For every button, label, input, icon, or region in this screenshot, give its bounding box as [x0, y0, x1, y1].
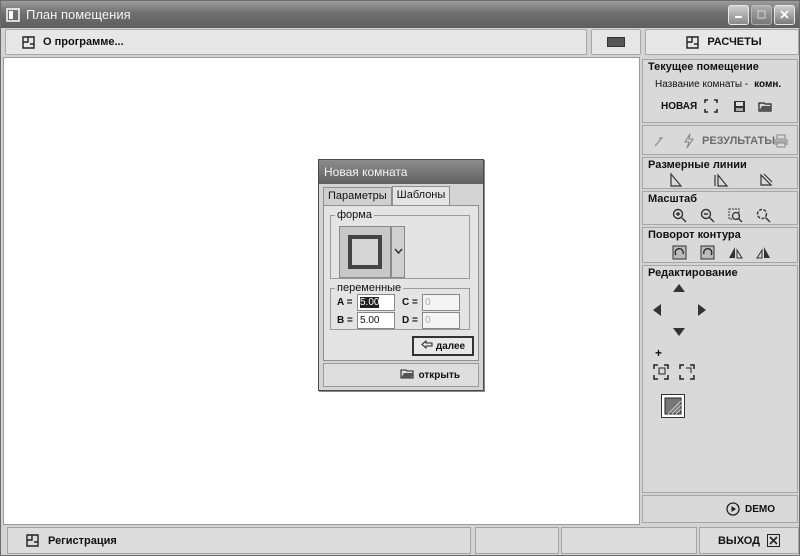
collapse-button[interactable] — [591, 29, 641, 55]
plan-icon — [18, 32, 38, 52]
shape-dropdown-button[interactable] — [391, 226, 405, 278]
dimension-lines-group: Размерные линии — [642, 157, 798, 189]
demo-label: DEMO — [745, 503, 775, 515]
status-cell — [561, 527, 697, 554]
editing-group: Редактирование + — [642, 265, 798, 493]
about-label: О программе... — [43, 36, 124, 48]
tab-parameters[interactable]: Параметры — [323, 187, 392, 205]
move-down-icon[interactable] — [669, 321, 689, 341]
editing-title: Редактирование — [648, 267, 738, 279]
next-label: далее — [435, 340, 466, 352]
about-button[interactable]: О программе... — [5, 29, 587, 55]
rotate-left-icon[interactable] — [669, 242, 689, 262]
var-a-input[interactable]: 5.00 — [357, 294, 395, 311]
results-label: РЕЗУЛЬТАТЫ — [702, 135, 775, 147]
var-c-input[interactable]: 0 — [422, 294, 460, 311]
var-c-label: C = — [402, 297, 418, 308]
app-icon — [5, 7, 21, 23]
scale-title: Масштаб — [648, 193, 698, 205]
remove-corner-icon[interactable] — [677, 362, 697, 382]
window-title: План помещения — [26, 7, 131, 22]
rotation-group: Поворот контура — [642, 227, 798, 263]
dimension-diagonal-icon[interactable] — [756, 170, 776, 190]
variables-legend: переменные — [335, 282, 404, 294]
scale-group: Масштаб — [642, 191, 798, 225]
zoom-out-icon[interactable] — [697, 205, 717, 225]
shape-legend: форма — [335, 209, 374, 221]
zoom-fit-icon[interactable] — [753, 205, 773, 225]
measure-icon — [651, 131, 671, 151]
registration-label: Регистрация — [48, 534, 117, 547]
main-window: План помещения О программе... РАСЧЕТЫ Те… — [0, 0, 800, 556]
next-button[interactable]: далее — [412, 336, 474, 356]
var-b-label: B = — [337, 315, 353, 326]
move-right-icon[interactable] — [691, 300, 711, 320]
room-name-value: комн. — [754, 79, 782, 90]
open-folder-icon[interactable] — [755, 96, 775, 116]
var-a-label: A = — [337, 297, 353, 308]
arrow-left-icon — [421, 339, 433, 352]
minimize-button[interactable] — [728, 4, 749, 25]
hatch-fill-icon[interactable] — [661, 394, 685, 418]
right-panel: Текущее помещение Название комнаты - ком… — [642, 57, 799, 525]
maximize-button[interactable] — [751, 4, 772, 25]
add-point-label[interactable]: + — [655, 346, 662, 360]
results-button[interactable]: РЕЗУЛЬТАТЫ — [679, 131, 775, 151]
shape-preview[interactable] — [339, 226, 391, 278]
status-bar: Регистрация ВЫХОД — [3, 527, 799, 555]
new-room-dialog: Новая комната Параметры Шаблоны форма пе… — [318, 159, 484, 391]
shape-fieldset: форма — [330, 209, 470, 279]
dimension-height-icon[interactable] — [711, 170, 731, 190]
new-room-label: НОВАЯ — [661, 100, 698, 112]
title-bar: План помещения — [1, 1, 799, 28]
move-up-icon[interactable] — [669, 279, 689, 299]
room-name-label: Название комнаты - — [655, 79, 749, 90]
tab-templates[interactable]: Шаблоны — [391, 186, 451, 205]
dimension-line-icon[interactable] — [666, 170, 686, 190]
bar-icon — [607, 37, 625, 47]
registration-button[interactable]: Регистрация — [7, 527, 471, 554]
move-left-icon[interactable] — [648, 300, 668, 320]
add-corner-icon[interactable] — [651, 362, 671, 382]
open-button[interactable]: открыть — [323, 363, 479, 387]
flip-vertical-icon[interactable] — [753, 242, 773, 262]
flip-horizontal-icon[interactable] — [725, 242, 745, 262]
current-room-title: Текущее помещение — [648, 61, 759, 73]
templates-panel: форма переменные A = 5.00 C = 0 B = 5.00… — [323, 205, 479, 361]
dialog-tabs: Параметры Шаблоны — [323, 186, 451, 205]
plan-icon — [22, 531, 42, 551]
save-icon[interactable] — [729, 96, 749, 116]
exit-icon — [766, 534, 780, 548]
exit-button[interactable]: ВЫХОД — [699, 527, 799, 554]
play-icon — [726, 502, 740, 516]
plan-icon — [682, 32, 702, 52]
var-d-label: D = — [402, 315, 418, 326]
rotation-title: Поворот контура — [648, 229, 741, 241]
variables-fieldset: переменные A = 5.00 C = 0 B = 5.00 D = 0 — [330, 282, 470, 330]
close-button[interactable] — [774, 4, 795, 25]
var-b-input[interactable]: 5.00 — [357, 312, 395, 329]
square-room-icon — [348, 235, 382, 269]
var-d-input[interactable]: 0 — [422, 312, 460, 329]
calculations-button[interactable]: РАСЧЕТЫ — [645, 29, 799, 55]
results-group: РЕЗУЛЬТАТЫ — [642, 125, 798, 155]
status-cell — [475, 527, 559, 554]
exit-label: ВЫХОД — [717, 534, 760, 547]
calculations-label: РАСЧЕТЫ — [707, 36, 762, 48]
lightning-icon — [679, 131, 699, 151]
dialog-title: Новая комната — [319, 160, 483, 184]
zoom-area-icon[interactable] — [725, 205, 745, 225]
chevron-down-icon — [393, 246, 403, 258]
new-room-button[interactable]: НОВАЯ — [661, 96, 721, 116]
rotate-right-icon[interactable] — [697, 242, 717, 262]
open-folder-icon — [399, 368, 415, 383]
print-icon[interactable] — [771, 131, 791, 151]
current-room-group: Текущее помещение Название комнаты - ком… — [642, 59, 798, 123]
top-toolbar: О программе... РАСЧЕТЫ — [3, 28, 799, 56]
zoom-in-icon[interactable] — [669, 205, 689, 225]
open-label: открыть — [418, 369, 460, 381]
demo-button[interactable]: DEMO — [726, 502, 775, 516]
new-room-icon — [701, 96, 721, 116]
demo-group: DEMO — [642, 495, 798, 523]
